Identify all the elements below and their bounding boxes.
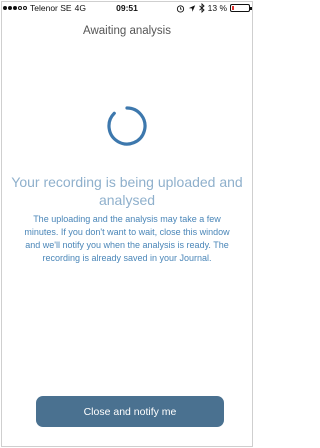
close-and-notify-button[interactable]: Close and notify me [36,396,224,427]
status-bar: Telenor SE 4G 09:51 13 % [0,0,254,16]
status-right: 13 % [176,3,252,13]
status-description: The uploading and the analysis may take … [24,214,230,263]
alarm-icon [176,4,184,13]
battery-icon [230,4,252,12]
page-title: Awaiting analysis [82,25,171,37]
status-headline: Your recording is being uploaded and ana… [11,174,243,208]
battery-level [232,6,234,10]
bluetooth-icon [198,3,205,13]
loading-spinner-icon [107,106,147,146]
battery-percentage: 13 % [207,3,227,13]
location-icon [188,4,195,12]
